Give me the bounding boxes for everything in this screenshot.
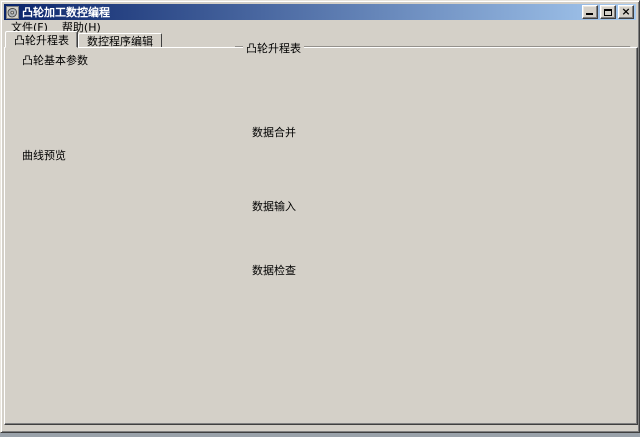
maximize-button[interactable]	[600, 5, 616, 19]
data-check-group-title: 数据检查	[249, 262, 299, 278]
app-icon	[6, 6, 19, 19]
close-icon: ×	[621, 7, 630, 17]
group-basic-params-title: 凸轮基本参数	[19, 52, 91, 68]
minimize-icon	[586, 13, 593, 15]
tab-nc-program-editor[interactable]: 数控程序编辑	[78, 33, 162, 48]
desktop: 凸轮加工数控编程 × 文件(F) 帮助(H) 凸轮升程表 数控程序编辑 凸轮基本…	[0, 0, 640, 437]
close-button[interactable]: ×	[618, 5, 634, 19]
data-input-group-title: 数据输入	[249, 198, 299, 214]
group-curve-preview-title: 曲线预览	[19, 147, 69, 163]
maximize-icon	[604, 9, 612, 16]
minimize-button[interactable]	[582, 5, 598, 19]
tab-page	[4, 47, 638, 425]
tab-lift-table[interactable]: 凸轮升程表	[5, 31, 78, 48]
data-merge-group-title: 数据合并	[249, 124, 299, 140]
window-title: 凸轮加工数控编程	[22, 4, 582, 20]
app-window: 凸轮加工数控编程 × 文件(F) 帮助(H) 凸轮升程表 数控程序编辑 凸轮基本…	[0, 0, 640, 433]
titlebar[interactable]: 凸轮加工数控编程 ×	[4, 4, 636, 20]
tabstrip: 凸轮升程表 数控程序编辑	[5, 31, 162, 48]
group-lift-table-title: 凸轮升程表	[243, 40, 304, 56]
